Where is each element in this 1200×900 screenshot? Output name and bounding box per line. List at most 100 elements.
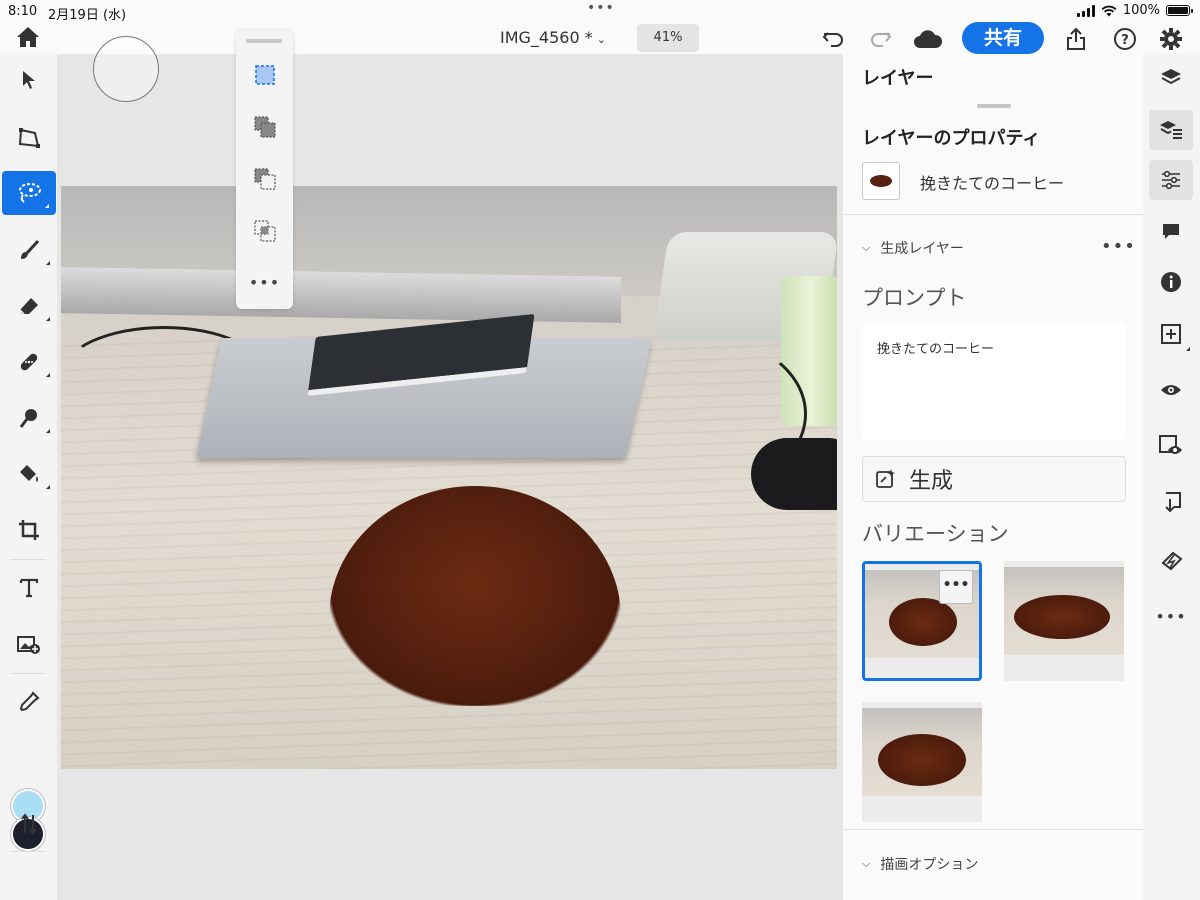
home-icon xyxy=(17,27,39,47)
export-button[interactable] xyxy=(1063,26,1089,52)
mask-visibility-icon xyxy=(1159,435,1182,454)
prompt-input[interactable]: 挽きたてのコーヒー xyxy=(862,324,1126,440)
adjustments-button[interactable] xyxy=(1149,160,1193,200)
export-icon xyxy=(1067,27,1085,50)
redo-button[interactable] xyxy=(868,26,894,52)
layer-properties-button[interactable] xyxy=(1149,110,1193,150)
svg-text:?: ? xyxy=(1121,33,1129,48)
generative-layer-more-button[interactable]: ••• xyxy=(1101,236,1136,257)
drag-handle[interactable] xyxy=(246,39,282,43)
eyedropper-icon xyxy=(19,691,40,712)
undo-button[interactable] xyxy=(820,26,846,52)
transform-icon xyxy=(18,128,40,148)
battery-percent: 100% xyxy=(1122,3,1160,18)
document-title-dropdown[interactable]: IMG_4560 * ⌄ xyxy=(500,28,606,47)
eye-icon xyxy=(1161,385,1181,395)
help-button[interactable]: ? xyxy=(1112,26,1138,52)
visibility-button[interactable] xyxy=(1149,370,1193,410)
app-bar: IMG_4560 * ⌄ 41% 共有 ? xyxy=(0,22,1200,54)
more-icon: ••• xyxy=(1155,606,1187,626)
draw-options-section-title: 描画オプション xyxy=(880,857,979,873)
share-button[interactable]: 共有 xyxy=(962,22,1044,54)
add-layer-button[interactable] xyxy=(1149,314,1193,354)
generative-layer-section-toggle[interactable]: ⌵ 生成レイヤー xyxy=(862,238,964,258)
brush-cursor xyxy=(93,36,159,102)
place-image-icon xyxy=(16,636,40,654)
generate-icon xyxy=(876,469,895,488)
place-image-tool[interactable] xyxy=(0,622,57,666)
cellular-signal-icon xyxy=(1076,4,1095,17)
variations-label: バリエーション xyxy=(862,522,1009,546)
settings-button[interactable] xyxy=(1158,26,1184,52)
layers-button[interactable] xyxy=(1149,58,1193,98)
help-icon: ? xyxy=(1114,28,1136,50)
panel-header: レイヤー xyxy=(862,68,934,89)
status-date: 2月19日 (水) xyxy=(48,8,127,23)
layer-name[interactable]: 挽きたてのコーヒー xyxy=(920,170,1064,194)
layer-thumbnail[interactable] xyxy=(862,162,900,200)
multitask-dots-icon[interactable]: ••• xyxy=(587,0,615,16)
variation-more-button[interactable]: ••• xyxy=(939,570,973,604)
merge-down-icon xyxy=(1165,492,1181,513)
dodge-burn-tool[interactable] xyxy=(0,396,57,440)
crop-tool[interactable] xyxy=(0,508,57,552)
zoom-level[interactable]: 41% xyxy=(637,24,699,52)
transform-tool[interactable] xyxy=(0,116,57,160)
status-time: 8:10 xyxy=(8,4,38,19)
new-selection-icon xyxy=(254,65,275,85)
more-icon: ••• xyxy=(1101,236,1136,257)
lasso-tool[interactable] xyxy=(2,171,56,215)
swap-colors-button[interactable] xyxy=(0,802,57,846)
dodge-burn-icon xyxy=(19,409,37,428)
panel-grip[interactable] xyxy=(977,104,1011,108)
power-strip xyxy=(61,267,621,323)
right-more-button[interactable]: ••• xyxy=(1149,596,1193,636)
variation-thumbnail-2[interactable] xyxy=(1004,561,1124,681)
merge-down-button[interactable] xyxy=(1149,482,1193,522)
redo-icon xyxy=(871,32,892,47)
document-canvas-image[interactable] xyxy=(61,186,837,769)
wifi-icon xyxy=(1101,5,1117,16)
eraser-icon xyxy=(18,298,38,315)
info-icon xyxy=(1161,272,1181,292)
new-selection-button[interactable] xyxy=(236,57,293,93)
chevron-down-icon: ⌵ xyxy=(862,857,871,870)
brush-tool[interactable] xyxy=(0,228,57,272)
subtract-selection-button[interactable] xyxy=(236,161,293,197)
paint-bucket-tool[interactable] xyxy=(0,452,57,496)
document-title: IMG_4560 * xyxy=(500,28,593,47)
select-icon xyxy=(22,71,35,89)
toolbar-divider xyxy=(10,673,46,674)
text-tool[interactable] xyxy=(0,566,57,610)
cloud-status-button[interactable] xyxy=(912,26,944,52)
home-button[interactable] xyxy=(16,26,40,52)
clear-button[interactable] xyxy=(1149,540,1193,580)
add-selection-icon xyxy=(253,116,276,138)
healing-icon xyxy=(20,353,37,371)
chevron-down-icon: ⌵ xyxy=(862,241,871,254)
intersect-selection-button[interactable] xyxy=(236,213,293,249)
generate-button[interactable]: 生成 xyxy=(862,456,1126,502)
draw-options-section-toggle[interactable]: ⌵ 描画オプション xyxy=(862,854,978,874)
computer-mouse xyxy=(751,438,837,510)
lasso-icon xyxy=(19,183,41,203)
adjustments-icon xyxy=(1162,170,1180,190)
swap-colors-icon xyxy=(20,813,37,835)
toolbar-divider xyxy=(10,851,46,852)
variation-thumbnail-1[interactable]: ••• xyxy=(862,561,982,681)
eyedropper-tool[interactable] xyxy=(0,680,57,724)
add-selection-button[interactable] xyxy=(236,109,293,145)
add-layer-icon xyxy=(1161,324,1181,344)
select-tool[interactable] xyxy=(0,58,57,102)
eraser-tool[interactable] xyxy=(0,284,57,328)
healing-tool[interactable] xyxy=(0,340,57,384)
comments-button[interactable] xyxy=(1149,212,1193,252)
clear-icon xyxy=(1161,551,1183,571)
info-button[interactable] xyxy=(1149,262,1193,302)
crop-icon xyxy=(18,520,39,540)
comments-icon xyxy=(1163,224,1179,239)
mask-visibility-button[interactable] xyxy=(1149,426,1193,466)
subtract-selection-icon xyxy=(253,168,276,190)
selection-more-button[interactable]: ••• xyxy=(236,264,293,300)
variation-thumbnail-3[interactable] xyxy=(862,702,982,822)
